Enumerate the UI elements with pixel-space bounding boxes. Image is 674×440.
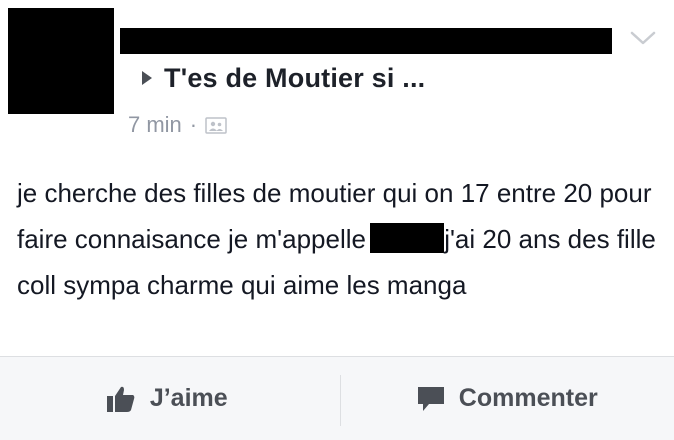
post-meta: 7 min · [128, 110, 227, 140]
post-action-bar: J’aime Commenter [0, 356, 674, 440]
group-name[interactable]: T'es de Moutier si ... [164, 63, 425, 94]
comment-bubble-icon [417, 385, 445, 413]
comment-button[interactable]: Commenter [341, 357, 674, 440]
post-body: je cherche des filles de moutier qui on … [17, 170, 657, 308]
comment-label: Commenter [459, 384, 598, 413]
like-button[interactable]: J’aime [0, 357, 340, 440]
chevron-down-icon[interactable] [628, 28, 658, 48]
group-privacy-icon[interactable] [205, 117, 227, 134]
feed-post: T'es de Moutier si ... 7 min · je cherch… [0, 0, 674, 439]
group-link[interactable]: T'es de Moutier si ... [142, 60, 425, 96]
thumbs-up-icon [106, 385, 136, 413]
author-avatar-redacted[interactable] [8, 8, 114, 114]
like-label: J’aime [150, 384, 228, 413]
post-timestamp[interactable]: 7 min [128, 112, 182, 138]
caret-right-icon [142, 71, 152, 85]
name-redaction-box [370, 223, 444, 253]
meta-separator: · [190, 112, 197, 138]
author-name-redacted[interactable] [120, 28, 612, 54]
